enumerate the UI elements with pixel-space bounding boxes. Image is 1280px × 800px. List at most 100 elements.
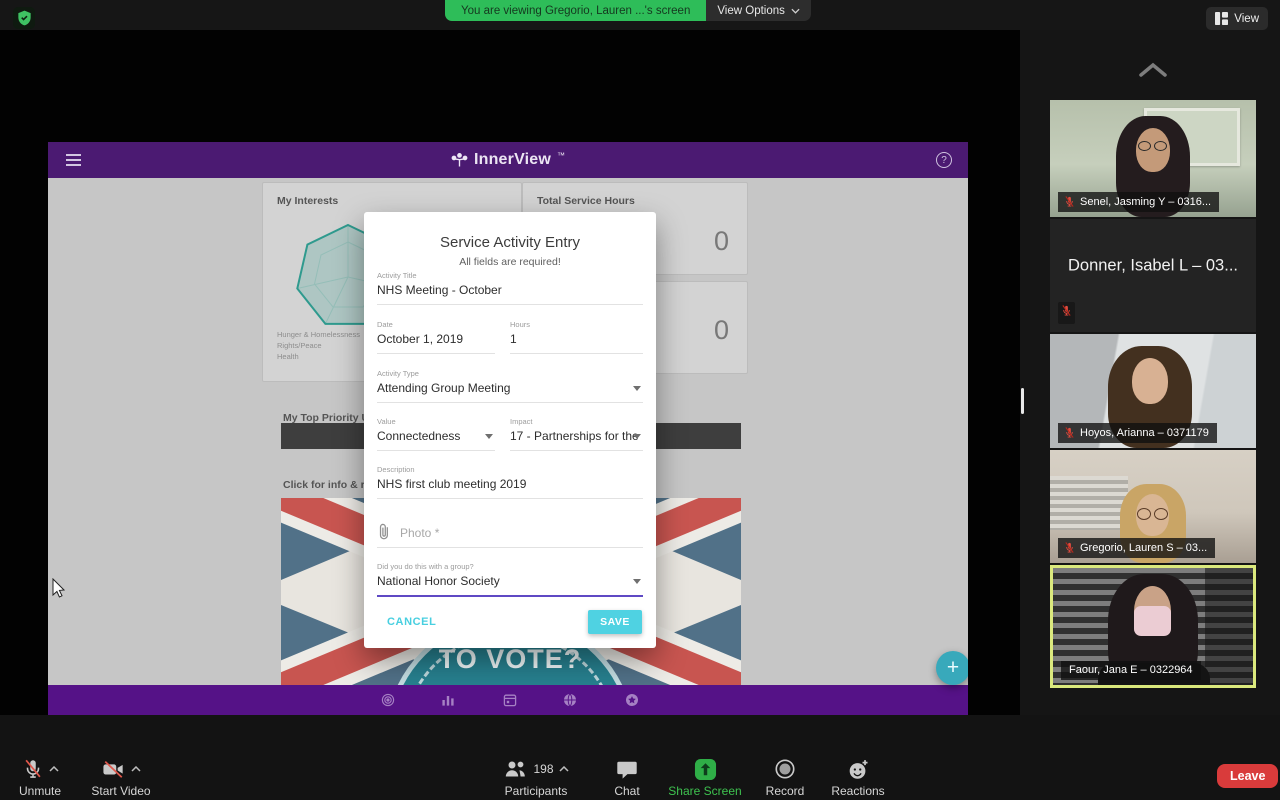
start-video-button[interactable]: Start Video — [80, 757, 162, 798]
value-label: Value — [377, 417, 396, 426]
share-screen-button[interactable]: Share Screen — [663, 757, 747, 798]
gallery-view-icon — [1215, 12, 1229, 25]
service-activity-entry-dialog: Service Activity Entry All fields are re… — [364, 212, 656, 648]
app-title: InnerView — [473, 151, 552, 168]
panel-resize-handle[interactable] — [1021, 388, 1024, 414]
record-icon — [775, 759, 795, 779]
video-off-icon — [103, 761, 123, 778]
mouse-cursor — [52, 578, 66, 598]
dropdown-arrow-icon — [633, 434, 641, 439]
view-options-button[interactable]: View Options — [706, 0, 811, 21]
service-hours-value-2: 0 — [713, 314, 729, 345]
interest-labels: Hunger & Homelessness Rights/Peace Healt… — [277, 329, 360, 362]
value-value: Connectedness — [377, 429, 461, 443]
impact-label: Impact — [510, 417, 533, 426]
globe-icon[interactable] — [562, 692, 578, 708]
dialog-subtitle: All fields are required! — [459, 256, 561, 268]
reactions-label: Reactions — [831, 784, 885, 798]
interest-label: Rights/Peace — [277, 341, 322, 350]
group-select[interactable]: Did you do this with a group? National H… — [377, 562, 643, 597]
participants-icon — [506, 761, 526, 777]
security-shield-button[interactable] — [13, 7, 35, 29]
dropdown-arrow-icon — [633, 386, 641, 391]
interest-label: Hunger & Homelessness — [277, 330, 360, 339]
unmute-label: Unmute — [18, 784, 62, 798]
mic-muted-icon — [1065, 542, 1074, 553]
innerview-logo-icon — [451, 152, 468, 166]
participant-video-active-speaker[interactable]: Faour, Jana E – 0322964 — [1050, 565, 1256, 688]
participant-name: Senel, Jasming Y – 0316... — [1080, 195, 1212, 208]
chevron-up-icon[interactable] — [131, 766, 141, 772]
share-screen-label: Share Screen — [668, 784, 742, 798]
star-icon[interactable] — [624, 692, 640, 708]
chat-icon — [617, 761, 637, 779]
photo-placeholder: Photo * — [400, 526, 440, 540]
zoom-toolbar: Unmute Start Video 198 Participants Chat… — [0, 715, 1280, 800]
unmute-button[interactable]: Unmute — [2, 757, 78, 798]
glasses — [1138, 141, 1167, 151]
record-label: Record — [765, 784, 805, 798]
participant-video[interactable]: Senel, Jasming Y – 0316... — [1050, 100, 1256, 217]
calendar-icon[interactable] — [502, 692, 518, 708]
activity-title-label: Activity Title — [377, 271, 417, 280]
chat-button[interactable]: Chat — [597, 757, 657, 798]
date-value: October 1, 2019 — [377, 332, 464, 346]
service-hours-value: 0 — [713, 226, 729, 257]
fingerprint-icon[interactable] — [380, 692, 396, 708]
background-panel — [1205, 568, 1253, 685]
participant-name-tag: Hoyos, Arianna – 0371179 — [1058, 423, 1217, 443]
face-mask — [1134, 606, 1171, 636]
group-value: National Honor Society — [377, 574, 500, 588]
interest-label: Health — [277, 352, 299, 361]
participants-count: 198 — [533, 762, 554, 776]
description-label: Description — [377, 465, 415, 474]
hours-field[interactable]: Hours 1 — [510, 320, 643, 354]
activity-title-value: NHS Meeting - October — [377, 283, 502, 297]
participant-name: Donner, Isabel L – 03... — [1067, 256, 1238, 275]
participant-name-tag: Faour, Jana E – 0322964 — [1061, 661, 1201, 680]
bar-chart-icon[interactable] — [440, 692, 456, 708]
trademark: ™ — [557, 150, 566, 160]
participant-name: Gregorio, Lauren S – 03... — [1080, 541, 1208, 554]
window-blinds — [1050, 476, 1128, 530]
reactions-smiley-icon — [849, 759, 868, 779]
participant-video[interactable]: Gregorio, Lauren S – 03... — [1050, 450, 1256, 563]
viewing-banner-group: You are viewing Gregorio, Lauren ...'s s… — [445, 0, 811, 21]
date-field[interactable]: Date October 1, 2019 — [377, 320, 495, 354]
participant-video[interactable]: Hoyos, Arianna – 0371179 — [1050, 334, 1256, 448]
participants-button[interactable]: 198 Participants — [488, 757, 584, 798]
leave-button[interactable]: Leave — [1217, 764, 1279, 788]
description-value: NHS first club meeting 2019 — [377, 477, 527, 491]
activity-type-select[interactable]: Activity Type Attending Group Meeting — [377, 369, 643, 403]
mic-muted-icon — [1062, 305, 1071, 316]
participant-name-tag: Senel, Jasming Y – 0316... — [1058, 192, 1220, 212]
reactions-button[interactable]: Reactions — [818, 757, 898, 798]
chevron-up-icon[interactable] — [558, 766, 569, 772]
activity-type-label: Activity Type — [377, 369, 419, 378]
participant-name: Hoyos, Arianna – 0371179 — [1080, 426, 1209, 439]
add-activity-fab[interactable]: + — [936, 651, 968, 685]
participant-name: Faour, Jana E – 0322964 — [1069, 664, 1193, 676]
mic-muted-badge — [1058, 302, 1075, 324]
start-video-label: Start Video — [91, 784, 151, 798]
photo-upload-field[interactable]: Photo * — [377, 518, 643, 548]
save-button[interactable]: SAVE — [588, 610, 642, 634]
chevron-up-icon[interactable] — [48, 766, 59, 772]
paperclip-icon — [379, 523, 388, 540]
innerview-header: InnerView ™ ? — [48, 142, 968, 178]
view-button[interactable]: View — [1206, 7, 1268, 30]
value-select[interactable]: Value Connectedness — [377, 417, 495, 451]
description-field[interactable]: Description NHS first club meeting 2019 — [377, 465, 643, 499]
record-button[interactable]: Record — [751, 757, 819, 798]
view-options-label: View Options — [717, 4, 785, 17]
innerview-logo: InnerView ™ — [48, 142, 968, 178]
help-button[interactable]: ? — [936, 152, 952, 168]
cancel-button[interactable]: CANCEL — [387, 616, 436, 628]
shared-screen-stage: InnerView ™ ? My Interests Hunger & Home… — [0, 30, 1020, 715]
collapse-strip-chevron[interactable] — [1138, 62, 1168, 78]
impact-select[interactable]: Impact 17 - Partnerships for the — [510, 417, 643, 451]
activity-title-field[interactable]: Activity Title NHS Meeting - October — [377, 271, 643, 305]
participant-video[interactable]: Donner, Isabel L – 03... — [1050, 219, 1256, 332]
glasses — [1137, 508, 1168, 520]
shield-check-icon — [17, 10, 31, 26]
